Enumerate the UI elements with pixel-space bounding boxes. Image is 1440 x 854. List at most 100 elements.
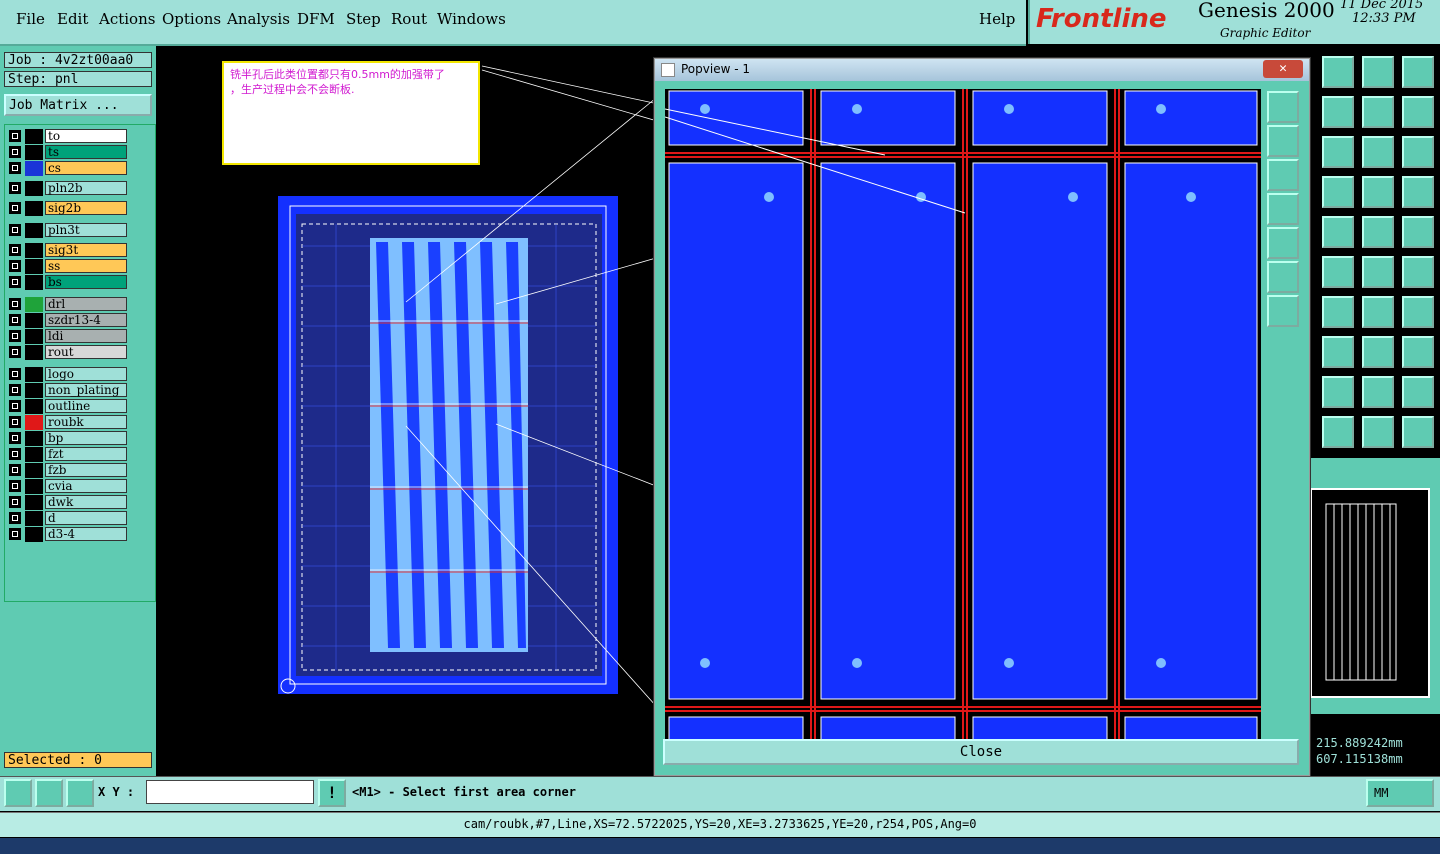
layer-name[interactable]: pln3t xyxy=(45,223,127,237)
tool-button-26[interactable] xyxy=(1362,376,1394,408)
tool-button-10[interactable] xyxy=(1322,176,1354,208)
layer-checkbox[interactable] xyxy=(9,260,21,272)
layer-name[interactable]: outline xyxy=(45,399,127,413)
layer-row[interactable]: rout xyxy=(9,345,127,360)
menu-file[interactable]: File xyxy=(16,10,45,28)
tool-button-6[interactable] xyxy=(1402,96,1434,128)
layer-row[interactable]: ss xyxy=(9,259,127,274)
layer-row[interactable]: sig3t xyxy=(9,243,127,258)
menu-step[interactable]: Step xyxy=(346,10,381,28)
layer-row[interactable]: non_plating xyxy=(9,383,127,398)
popview-tool-1[interactable] xyxy=(1267,91,1299,123)
popview-tool-2[interactable] xyxy=(1267,125,1299,157)
layer-checkbox[interactable] xyxy=(9,368,21,380)
menu-analysis[interactable]: Analysis xyxy=(227,10,290,28)
layer-name[interactable]: sig3t xyxy=(45,243,127,257)
layer-name[interactable]: d xyxy=(45,511,127,525)
layer-checkbox[interactable] xyxy=(9,298,21,310)
layer-name[interactable]: pln2b xyxy=(45,181,127,195)
tool-button-3[interactable] xyxy=(1402,56,1434,88)
layer-name[interactable]: fzt xyxy=(45,447,127,461)
layer-row[interactable]: logo xyxy=(9,367,127,382)
tool-button-28[interactable] xyxy=(1322,416,1354,448)
tool-button-24[interactable] xyxy=(1402,336,1434,368)
popview-tool-7[interactable] xyxy=(1267,295,1299,327)
tool-button-17[interactable] xyxy=(1362,256,1394,288)
layer-checkbox[interactable] xyxy=(9,202,21,214)
alert-icon[interactable]: ! xyxy=(318,779,346,807)
tool-button-14[interactable] xyxy=(1362,216,1394,248)
tool-button-19[interactable] xyxy=(1322,296,1354,328)
job-matrix-button[interactable]: Job Matrix ... xyxy=(4,94,152,116)
tool-button-27[interactable] xyxy=(1402,376,1434,408)
tool-button-18[interactable] xyxy=(1402,256,1434,288)
layer-name[interactable]: roubk xyxy=(45,415,127,429)
layer-checkbox[interactable] xyxy=(9,276,21,288)
tool-button-1[interactable] xyxy=(1322,56,1354,88)
layer-checkbox[interactable] xyxy=(9,464,21,476)
tool-button-29[interactable] xyxy=(1362,416,1394,448)
layer-row[interactable]: cvia xyxy=(9,479,127,494)
layer-name[interactable]: sig2b xyxy=(45,201,127,215)
layer-row[interactable]: sig2b xyxy=(9,201,127,216)
menu-dfm[interactable]: DFM xyxy=(297,10,335,28)
xy-input[interactable] xyxy=(146,780,314,804)
layer-checkbox[interactable] xyxy=(9,432,21,444)
layer-checkbox[interactable] xyxy=(9,182,21,194)
popview-tool-4[interactable] xyxy=(1267,193,1299,225)
layer-checkbox[interactable] xyxy=(9,496,21,508)
layer-row[interactable]: d xyxy=(9,511,127,526)
layer-checkbox[interactable] xyxy=(9,130,21,142)
layer-checkbox[interactable] xyxy=(9,314,21,326)
layer-name[interactable]: ts xyxy=(45,145,127,159)
layer-name[interactable]: bs xyxy=(45,275,127,289)
menu-actions[interactable]: Actions xyxy=(99,10,155,28)
layer-name[interactable]: to xyxy=(45,129,127,143)
layer-row[interactable]: ldi xyxy=(9,329,127,344)
mini-map[interactable] xyxy=(1310,488,1430,698)
layer-checkbox[interactable] xyxy=(9,330,21,342)
layer-checkbox[interactable] xyxy=(9,448,21,460)
layer-checkbox[interactable] xyxy=(9,384,21,396)
popview-tool-5[interactable] xyxy=(1267,227,1299,259)
tool-button-21[interactable] xyxy=(1402,296,1434,328)
menu-help[interactable]: Help xyxy=(979,10,1015,28)
layer-row[interactable]: bp xyxy=(9,431,127,446)
layer-name[interactable]: rout xyxy=(45,345,127,359)
layer-row[interactable]: fzb xyxy=(9,463,127,478)
layer-row[interactable]: d3-4 xyxy=(9,527,127,542)
layer-name[interactable]: szdr13-4 xyxy=(45,313,127,327)
layer-row[interactable]: bs xyxy=(9,275,127,290)
tool-button-13[interactable] xyxy=(1322,216,1354,248)
popview-tool-3[interactable] xyxy=(1267,159,1299,191)
tool-button-15[interactable] xyxy=(1402,216,1434,248)
tool-button-4[interactable] xyxy=(1322,96,1354,128)
layer-name[interactable]: fzb xyxy=(45,463,127,477)
tool-button-16[interactable] xyxy=(1322,256,1354,288)
layer-name[interactable]: bp xyxy=(45,431,127,445)
layer-name[interactable]: ss xyxy=(45,259,127,273)
layer-checkbox[interactable] xyxy=(9,146,21,158)
layer-row[interactable]: ts xyxy=(9,145,127,160)
tool-button-9[interactable] xyxy=(1402,136,1434,168)
layer-row[interactable]: to xyxy=(9,129,127,144)
layer-name[interactable]: cs xyxy=(45,161,127,175)
layer-checkbox[interactable] xyxy=(9,416,21,428)
layer-name[interactable]: drl xyxy=(45,297,127,311)
tool-button-8[interactable] xyxy=(1362,136,1394,168)
menu-options[interactable]: Options xyxy=(162,10,221,28)
layer-row[interactable]: outline xyxy=(9,399,127,414)
measure-tool-button[interactable] xyxy=(35,779,63,807)
tool-button-11[interactable] xyxy=(1362,176,1394,208)
menu-rout[interactable]: Rout xyxy=(391,10,427,28)
window-close-button[interactable]: ✕ xyxy=(1263,60,1303,78)
units-select[interactable]: MM xyxy=(1366,779,1434,807)
tool-button-12[interactable] xyxy=(1402,176,1434,208)
layer-row[interactable]: pln2b xyxy=(9,181,127,196)
layer-checkbox[interactable] xyxy=(9,162,21,174)
layer-name[interactable]: non_plating xyxy=(45,383,127,397)
layer-checkbox[interactable] xyxy=(9,512,21,524)
tool-button-2[interactable] xyxy=(1362,56,1394,88)
zoom-tool-button[interactable] xyxy=(4,779,32,807)
layer-row[interactable]: szdr13-4 xyxy=(9,313,127,328)
